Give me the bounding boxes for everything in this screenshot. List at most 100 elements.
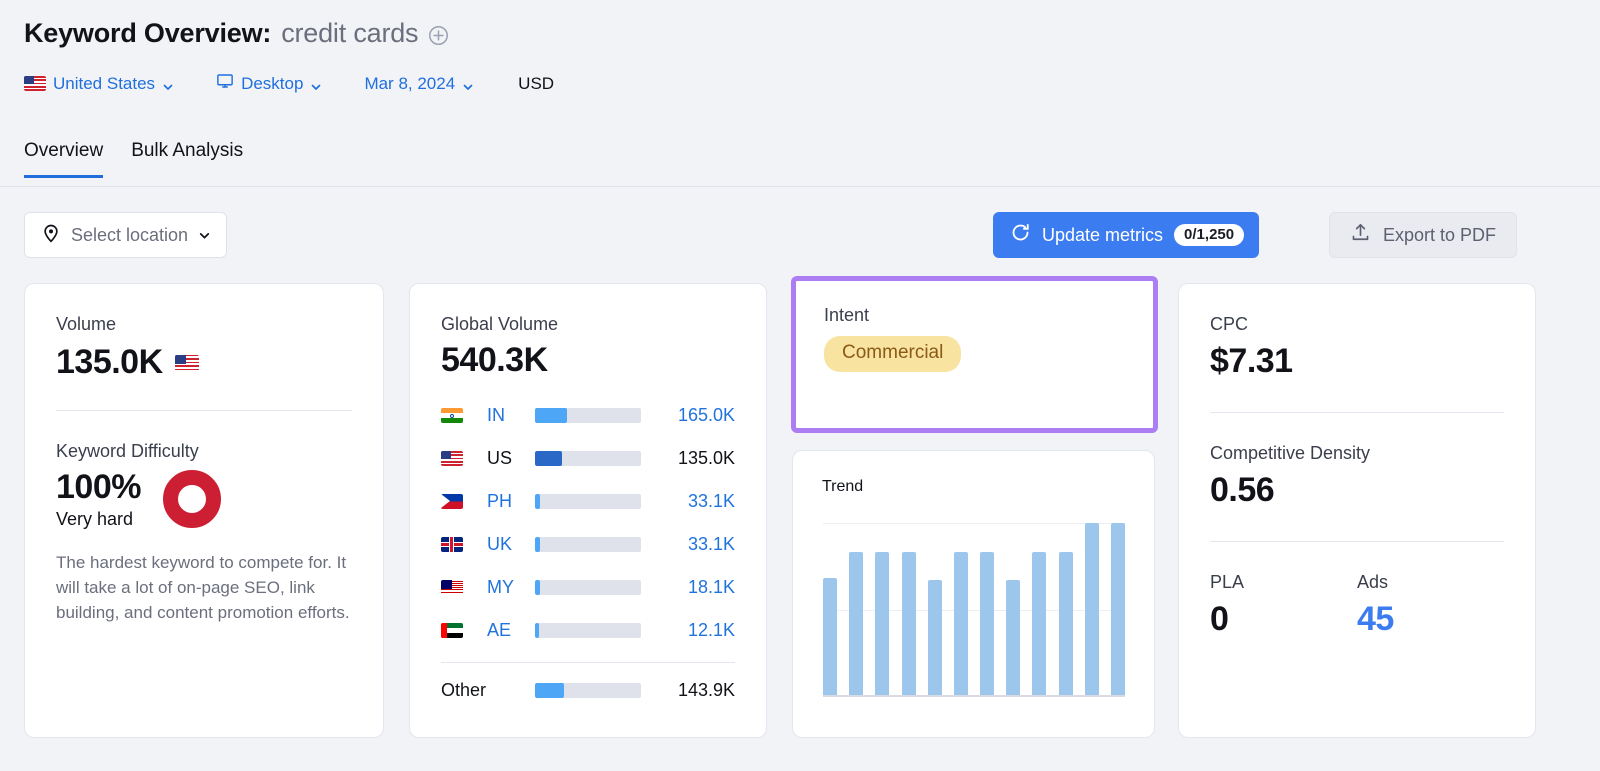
refresh-icon	[1010, 222, 1031, 248]
date-filter[interactable]: Mar 8, 2024	[364, 74, 474, 94]
trend-bar[interactable]	[1085, 523, 1099, 695]
list-item[interactable]: AE 12.1K	[441, 609, 735, 652]
trend-bar[interactable]	[902, 552, 916, 695]
trend-bar[interactable]	[1111, 523, 1125, 695]
country-volume: 33.1K	[641, 491, 735, 512]
chevron-down-icon	[462, 78, 474, 90]
ads-value[interactable]: 45	[1357, 600, 1504, 639]
map-pin-icon	[41, 223, 61, 248]
global-volume-label: Global Volume	[441, 314, 735, 335]
trend-bar[interactable]	[1032, 552, 1046, 695]
currency-label: USD	[518, 74, 554, 94]
my-flag-icon	[441, 580, 487, 595]
other-volume: 143.9K	[641, 680, 735, 701]
trend-bar-group	[823, 523, 1125, 695]
trend-bar[interactable]	[875, 552, 889, 695]
trend-bar[interactable]	[849, 552, 863, 695]
update-metrics-button[interactable]: Update metrics 0/1,250	[993, 212, 1259, 258]
trend-bar[interactable]	[954, 552, 968, 695]
country-volume: 33.1K	[641, 534, 735, 555]
country-code: US	[487, 448, 535, 469]
us-flag-icon	[24, 76, 46, 91]
competitive-density-value: 0.56	[1210, 471, 1504, 510]
export-to-pdf-button[interactable]: Export to PDF	[1329, 212, 1517, 258]
keyword-difficulty-label: Keyword Difficulty	[56, 441, 352, 462]
trend-bar[interactable]	[980, 552, 994, 695]
country-volume: 12.1K	[641, 620, 735, 641]
list-item[interactable]: PH 33.1K	[441, 480, 735, 523]
device-filter[interactable]: Desktop	[216, 72, 322, 95]
divider	[1210, 412, 1504, 413]
list-item[interactable]: MY 18.1K	[441, 566, 735, 609]
list-item[interactable]: UK 33.1K	[441, 523, 735, 566]
chevron-down-icon	[198, 229, 210, 241]
ph-flag-icon	[441, 494, 487, 509]
volume-bar	[535, 623, 641, 638]
select-location-label: Select location	[71, 225, 188, 246]
global-volume-card: Global Volume 540.3K IN 165.0K	[409, 283, 767, 738]
pla-ads-row: PLA 0 Ads 45	[1210, 572, 1504, 639]
tab-divider	[0, 186, 1600, 187]
country-code: IN	[487, 405, 535, 426]
chevron-down-icon	[310, 78, 322, 90]
date-filter-label: Mar 8, 2024	[364, 74, 455, 94]
trend-bar[interactable]	[823, 578, 837, 695]
volume-bar	[535, 408, 641, 423]
in-flag-icon	[441, 408, 487, 423]
keyword-difficulty-value: 100%	[56, 468, 141, 507]
tab-bulk-analysis[interactable]: Bulk Analysis	[131, 140, 243, 178]
volume-bar	[535, 580, 641, 595]
update-metrics-label: Update metrics	[1042, 225, 1163, 246]
country-code: PH	[487, 491, 535, 512]
country-filter[interactable]: United States	[24, 74, 174, 94]
keyword-difficulty-description: The hardest keyword to compete for. It w…	[56, 550, 352, 625]
volume-bar	[535, 451, 641, 466]
list-item[interactable]: IN 165.0K	[441, 394, 735, 437]
toolbar: Select location Update metrics 0/1,250 E…	[0, 212, 1600, 260]
status-badge: Commercial	[824, 336, 961, 372]
country-list: IN 165.0K US 135.0K	[441, 394, 735, 652]
keyword-difficulty-donut	[163, 470, 221, 528]
cpc-value: $7.31	[1210, 342, 1504, 381]
cpc-card: CPC $7.31 Competitive Density 0.56 PLA 0…	[1178, 283, 1536, 738]
upload-icon	[1350, 222, 1371, 248]
trend-bar[interactable]	[1006, 580, 1020, 695]
intent-card: Intent Commercial	[791, 276, 1158, 433]
us-flag-icon	[441, 451, 487, 466]
trend-chart	[823, 523, 1125, 697]
select-location-button[interactable]: Select location	[24, 212, 227, 258]
other-row: Other 143.9K	[441, 663, 735, 717]
ads-label: Ads	[1357, 572, 1504, 593]
chart-baseline	[823, 695, 1125, 697]
trend-title: Trend	[793, 451, 1154, 496]
trend-bar[interactable]	[928, 580, 942, 695]
country-code: AE	[487, 620, 535, 641]
country-volume: 165.0K	[641, 405, 735, 426]
trend-bar[interactable]	[1059, 552, 1073, 695]
trend-card: Trend	[792, 450, 1155, 738]
ae-flag-icon	[441, 623, 487, 638]
uk-flag-icon	[441, 537, 487, 552]
intent-label: Intent	[824, 305, 1125, 326]
page-title-keyword: credit cards	[281, 18, 418, 49]
divider	[1210, 541, 1504, 542]
country-code: UK	[487, 534, 535, 555]
competitive-density-label: Competitive Density	[1210, 443, 1504, 464]
global-volume-value: 540.3K	[441, 341, 735, 380]
volume-value-row: 135.0K	[56, 343, 352, 382]
volume-bar	[535, 537, 641, 552]
country-volume: 18.1K	[641, 577, 735, 598]
export-to-pdf-label: Export to PDF	[1383, 225, 1496, 246]
desktop-icon	[216, 72, 234, 95]
country-code: MY	[487, 577, 535, 598]
tab-overview[interactable]: Overview	[24, 140, 103, 178]
volume-card: Volume 135.0K Keyword Difficulty 100% Ve…	[24, 283, 384, 738]
pla-label: PLA	[1210, 572, 1357, 593]
list-item[interactable]: US 135.0K	[441, 437, 735, 480]
country-volume: 135.0K	[641, 448, 735, 469]
volume-value: 135.0K	[56, 343, 163, 382]
volume-bar	[535, 494, 641, 509]
plus-circle-icon[interactable]	[428, 25, 449, 46]
update-metrics-badge: 0/1,250	[1174, 224, 1244, 246]
keyword-difficulty-row: 100% Very hard	[56, 468, 352, 530]
